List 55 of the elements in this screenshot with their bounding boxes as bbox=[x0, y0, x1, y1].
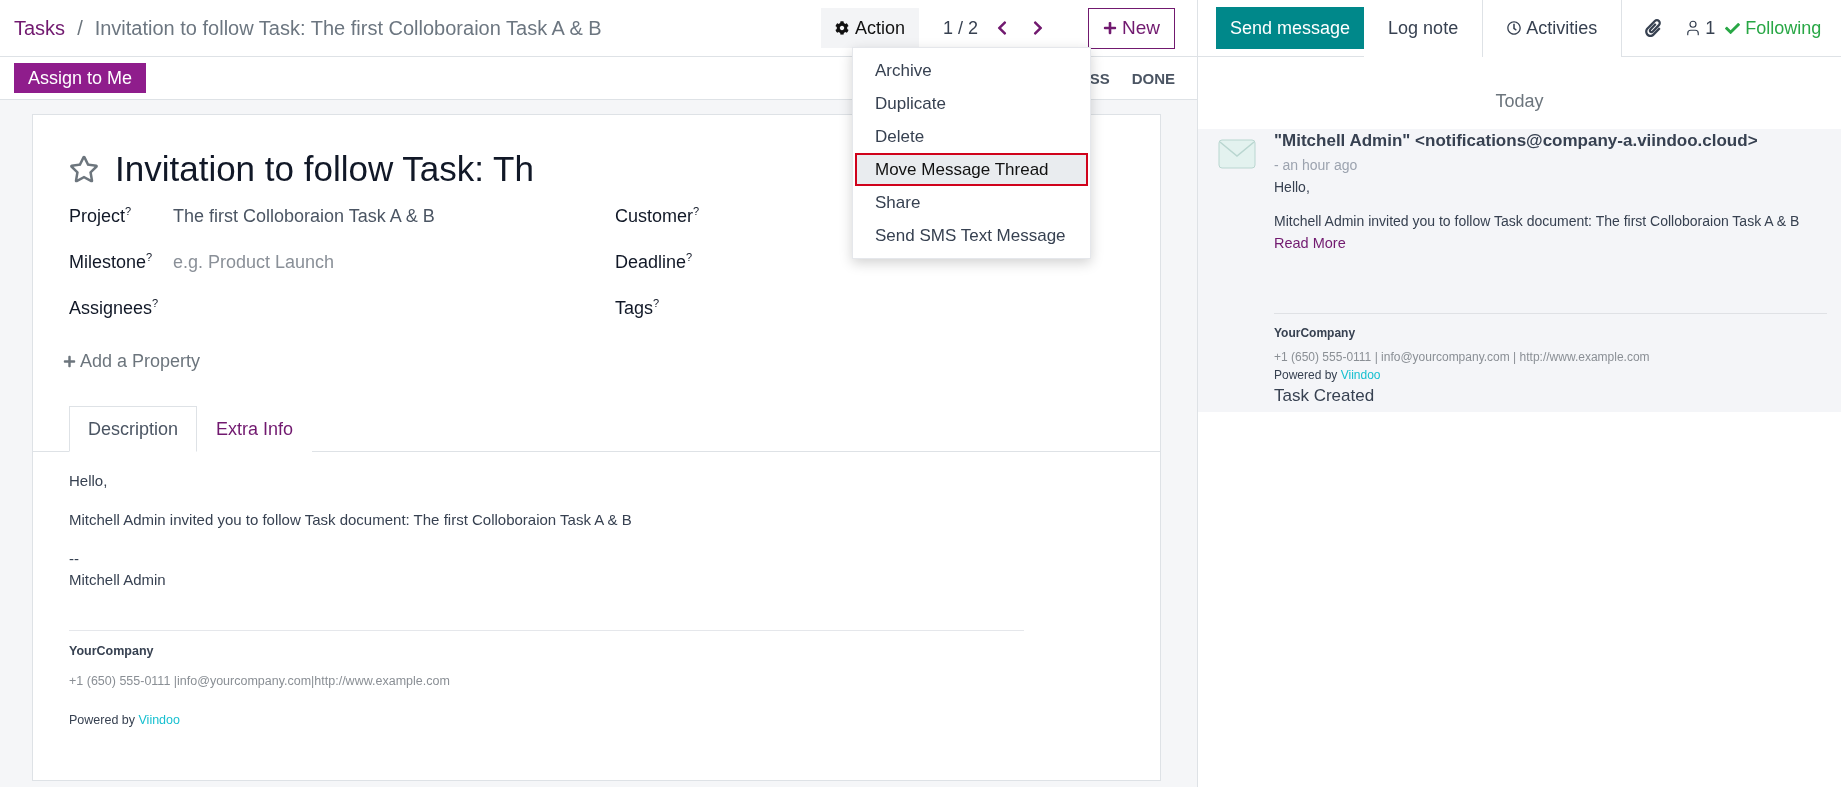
star-icon[interactable] bbox=[69, 154, 99, 184]
breadcrumb-current: Invitation to follow Task: The first Colloboraion Task A & B bbox=[94, 16, 603, 40]
plus-icon bbox=[63, 355, 76, 368]
breadcrumb-link[interactable]: Tasks bbox=[14, 16, 66, 40]
menu-item[interactable]: Send SMS Text Message bbox=[855, 219, 1088, 252]
field-label: Customer$^{?}$ bbox=[615, 205, 701, 227]
menu-item[interactable]: Delete bbox=[855, 120, 1088, 153]
date-separator: Today bbox=[1495, 90, 1544, 112]
read-more-link[interactable]: Read More bbox=[1274, 235, 1827, 251]
envelope-icon bbox=[1218, 139, 1256, 169]
followers-button[interactable]: 1 bbox=[1684, 17, 1716, 39]
task-title[interactable]: Invitation to follow Task: Th bbox=[115, 149, 534, 189]
add-property-button[interactable]: Add a Property bbox=[63, 351, 201, 372]
powered-by-text: Powered by bbox=[1274, 368, 1338, 382]
log-note-button[interactable]: Log note bbox=[1364, 0, 1484, 57]
message-text: Mitchell Admin invited you to follow Task document: The first Colloboraion Task A & B bbox=[1274, 213, 1801, 229]
company-name: YourCompany bbox=[1274, 326, 1357, 340]
field-label: Tags$^{?}$ bbox=[615, 297, 661, 319]
stage-label[interactable]: SS bbox=[1089, 69, 1110, 87]
menu-item[interactable]: Duplicate bbox=[855, 87, 1088, 120]
new-button[interactable]: New bbox=[1088, 7, 1175, 49]
activities-button[interactable]: Activities bbox=[1483, 0, 1623, 57]
tab[interactable]: Description bbox=[69, 406, 198, 452]
message-time: - an hour ago bbox=[1274, 157, 1359, 173]
attachment-button[interactable] bbox=[1644, 19, 1663, 37]
field-value[interactable]: The first Colloboraion Task A & B bbox=[173, 205, 435, 227]
check-icon bbox=[1725, 20, 1741, 36]
message-text: Hello, bbox=[1274, 179, 1311, 195]
message-author: "Mitchell Admin" <notifications@company-a.viindoo.cloud> bbox=[1274, 131, 1759, 151]
clock-icon bbox=[1507, 21, 1522, 35]
company-contact: +1 (650) 555-0111 |info@yourcompany.com|http://www.example.com bbox=[69, 672, 451, 690]
send-message-button[interactable]: Send message bbox=[1216, 7, 1365, 49]
powered-by-text: Powered by bbox=[69, 713, 135, 727]
action-button[interactable]: Action bbox=[820, 8, 919, 48]
menu-item[interactable]: Archive bbox=[855, 54, 1088, 87]
breadcrumb-separator: / bbox=[77, 16, 83, 40]
field-label: Project$^{?}$ bbox=[69, 205, 133, 227]
email-text: Mitchell Admin invited you to follow Task document: The first Colloboraion Task A & B bbox=[69, 510, 633, 530]
company-contact: +1 (650) 555-0111 | info@yourcompany.com | http://www.example.com bbox=[1274, 350, 1651, 364]
email-text: -- bbox=[69, 549, 80, 569]
stage-label[interactable]: DONE bbox=[1131, 69, 1175, 87]
menu-item[interactable]: Move Message Thread bbox=[855, 153, 1088, 186]
plus-icon bbox=[1103, 21, 1117, 35]
menu-item[interactable]: Share bbox=[855, 186, 1088, 219]
settings-icon bbox=[834, 21, 849, 35]
paperclip-icon bbox=[1644, 19, 1663, 37]
pager-counter[interactable]: 1 / 2 bbox=[942, 17, 978, 39]
company-name: YourCompany bbox=[69, 643, 155, 660]
field-label: Milestone$^{?}$ bbox=[69, 251, 154, 273]
tracking-event: Task Created bbox=[1274, 386, 1376, 406]
field-label: Assignees$^{?}$ bbox=[69, 297, 160, 319]
email-text: Hello, bbox=[69, 471, 109, 491]
field-label: Deadline$^{?}$ bbox=[615, 251, 694, 273]
email-text: Mitchell Admin bbox=[69, 570, 167, 590]
assign-button[interactable]: Assign to Me bbox=[14, 63, 147, 93]
